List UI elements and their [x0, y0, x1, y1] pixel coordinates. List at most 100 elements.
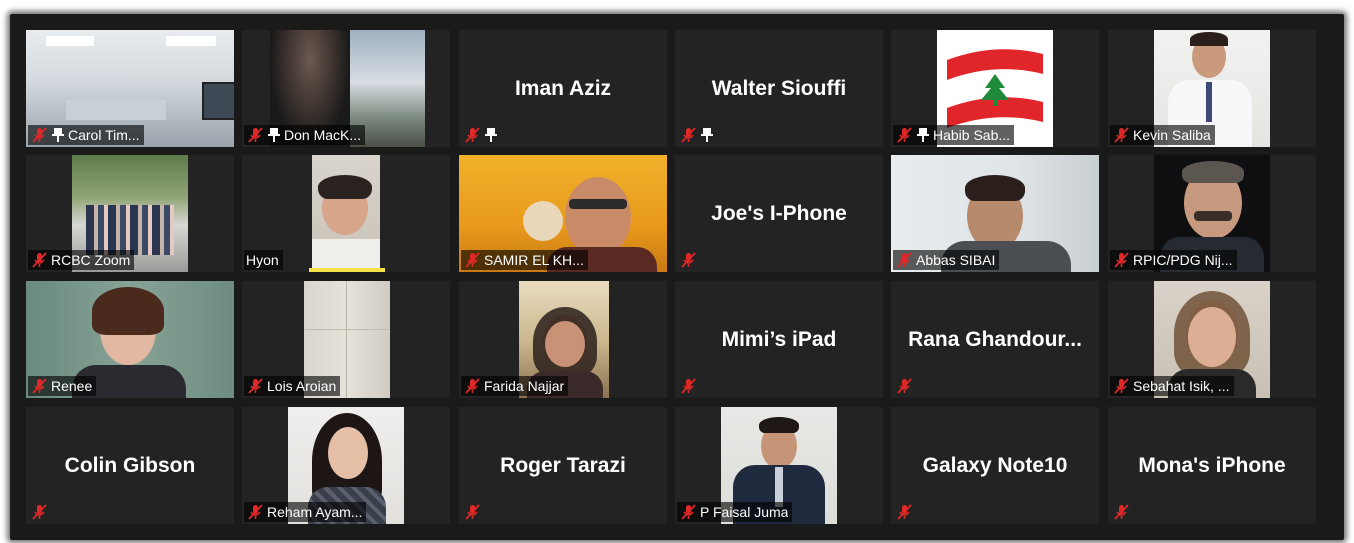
participant-name-label: SAMIR EL KH... [461, 250, 588, 270]
participant-name-label: P Faisal Juma [677, 502, 793, 522]
participant-name: SAMIR EL KH... [484, 252, 584, 268]
participant-tile[interactable]: Rana Ghandour... [891, 281, 1099, 398]
active-speaker-highlight [309, 268, 385, 272]
participant-display-name: Galaxy Note10 [922, 453, 1068, 477]
muted-microphone-icon [30, 377, 48, 395]
participant-name: RPIC/PDG Nij... [1133, 252, 1233, 268]
participant-video [312, 155, 380, 272]
participant-name: Sebahat Isik, ... [1133, 378, 1230, 394]
participant-name-label [677, 125, 718, 145]
muted-microphone-icon [1112, 377, 1130, 395]
participant-tile[interactable]: Walter Siouffi [675, 30, 883, 147]
muted-microphone-icon [30, 126, 48, 144]
participant-tile[interactable]: Reham Ayam... [242, 407, 450, 524]
muted-microphone-icon [246, 503, 264, 521]
participant-name-label: Lois Aroian [244, 376, 341, 396]
participant-name: Kevin Saliba [1133, 127, 1211, 143]
muted-microphone-icon [246, 377, 264, 395]
participant-name-label [893, 376, 917, 396]
muted-microphone-icon [1112, 251, 1130, 269]
pin-icon [51, 127, 65, 143]
participant-name-label: Carol Tim... [28, 125, 144, 145]
zoom-gallery-view: Carol Tim... Don MacK... Iman Aziz Walte… [10, 14, 1344, 540]
participant-name-label [461, 502, 485, 522]
muted-microphone-icon [895, 126, 913, 144]
participant-name-label [461, 125, 502, 145]
participant-name: Abbas SIBAI [916, 252, 996, 268]
participant-name: Lois Aroian [267, 378, 337, 394]
participant-tile[interactable]: Mimi’s iPad [675, 281, 883, 398]
participant-tile[interactable]: Renee [26, 281, 234, 398]
pin-icon [267, 127, 281, 143]
muted-microphone-icon [1112, 503, 1130, 521]
participant-name-label: Reham Ayam... [244, 502, 367, 522]
participant-name-label [1110, 502, 1134, 522]
participant-name-label: Farida Najjar [461, 376, 569, 396]
participant-name-label: RCBC Zoom [28, 250, 135, 270]
participant-name: Renee [51, 378, 93, 394]
participant-name: Farida Najjar [484, 378, 565, 394]
muted-microphone-icon [895, 503, 913, 521]
participant-display-name: Iman Aziz [514, 76, 612, 100]
participant-tile[interactable]: Don MacK... [242, 30, 450, 147]
participant-name-label: Sebahat Isik, ... [1110, 376, 1234, 396]
muted-microphone-icon [463, 126, 481, 144]
participant-tile[interactable]: Joe's I-Phone [675, 155, 883, 272]
participant-tile[interactable]: Colin Gibson [26, 407, 234, 524]
muted-microphone-icon [679, 377, 697, 395]
participant-tile[interactable]: Lois Aroian [242, 281, 450, 398]
participant-name-label: Renee [28, 376, 97, 396]
muted-microphone-icon [463, 251, 481, 269]
participant-tile[interactable]: Galaxy Note10 [891, 407, 1099, 524]
pin-icon [700, 127, 714, 143]
participant-name: Habib Sab... [933, 127, 1011, 143]
participant-name: RCBC Zoom [51, 252, 131, 268]
participant-name-label: Abbas SIBAI [893, 250, 1000, 270]
participant-tile[interactable]: Carol Tim... [26, 30, 234, 147]
participant-name: Hyon [246, 252, 279, 268]
participant-tile[interactable]: Hyon [242, 155, 450, 272]
participant-display-name: Joe's I-Phone [711, 201, 847, 225]
participant-display-name: Mimi’s iPad [721, 327, 837, 351]
participant-name-label: Hyon [244, 250, 283, 270]
participant-name: Carol Tim... [68, 127, 140, 143]
participant-name: P Faisal Juma [700, 504, 789, 520]
participant-name: Reham Ayam... [267, 504, 363, 520]
participant-name-label [893, 502, 917, 522]
participant-name-label: Don MacK... [244, 125, 366, 145]
muted-microphone-icon [463, 503, 481, 521]
participant-tile[interactable]: Mona's iPhone [1108, 407, 1316, 524]
pin-icon [484, 127, 498, 143]
participant-name-label [677, 250, 701, 270]
participant-tile[interactable]: P Faisal Juma [675, 407, 883, 524]
participant-tile[interactable]: Roger Tarazi [459, 407, 667, 524]
participant-name-label: Kevin Saliba [1110, 125, 1215, 145]
participant-tile[interactable]: Kevin Saliba [1108, 30, 1316, 147]
muted-microphone-icon [30, 503, 48, 521]
participant-name-label [677, 376, 701, 396]
muted-microphone-icon [679, 503, 697, 521]
muted-microphone-icon [679, 251, 697, 269]
muted-microphone-icon [895, 377, 913, 395]
muted-microphone-icon [30, 251, 48, 269]
participant-tile[interactable]: Abbas SIBAI [891, 155, 1099, 272]
participant-tile[interactable]: SAMIR EL KH... [459, 155, 667, 272]
muted-microphone-icon [1112, 126, 1130, 144]
participant-display-name: Roger Tarazi [500, 453, 626, 477]
muted-microphone-icon [463, 377, 481, 395]
participant-display-name: Rana Ghandour... [908, 327, 1082, 351]
participant-tile[interactable]: Iman Aziz [459, 30, 667, 147]
participant-name-label [28, 502, 52, 522]
muted-microphone-icon [895, 251, 913, 269]
participant-tile[interactable]: Sebahat Isik, ... [1108, 281, 1316, 398]
participant-name-label: Habib Sab... [893, 125, 1015, 145]
participant-name-label: RPIC/PDG Nij... [1110, 250, 1237, 270]
participant-tile[interactable]: RPIC/PDG Nij... [1108, 155, 1316, 272]
participant-tile[interactable]: Farida Najjar [459, 281, 667, 398]
participant-display-name: Mona's iPhone [1138, 453, 1286, 477]
participant-tile[interactable]: Habib Sab... [891, 30, 1099, 147]
participant-display-name: Colin Gibson [64, 453, 196, 477]
participant-tile[interactable]: RCBC Zoom [26, 155, 234, 272]
muted-microphone-icon [679, 126, 697, 144]
participant-name: Don MacK... [284, 127, 362, 143]
